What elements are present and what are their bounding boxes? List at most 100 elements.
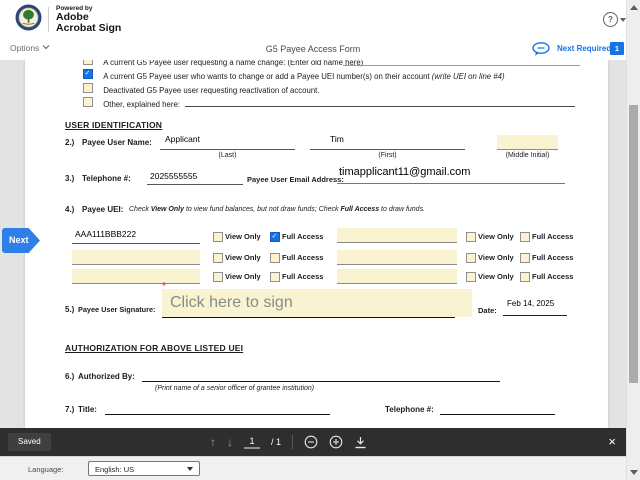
q5-label: Payee User Signature:: [78, 305, 156, 314]
full-access-checkbox[interactable]: [520, 232, 530, 242]
q6-caption: (Print name of a senior officer of grant…: [155, 385, 315, 392]
user-identification-heading: USER IDENTIFICATION: [65, 120, 163, 130]
uei-field-1b[interactable]: [337, 228, 457, 243]
full-access-label: Full Access: [532, 232, 574, 241]
reactivation-checkbox[interactable]: [83, 83, 93, 93]
title-line: [105, 414, 330, 415]
uei-field-3[interactable]: [72, 269, 200, 284]
q7-phone-line: [440, 414, 555, 415]
payee-last-name-field[interactable]: Applicant: [165, 134, 200, 144]
scrollbar-thumb[interactable]: [629, 105, 638, 383]
checkbox-item-clipped: A current G5 Payee user requesting a nam…: [83, 60, 363, 67]
q3-number: 3.): [65, 174, 75, 183]
language-select[interactable]: English: US: [88, 461, 200, 476]
name-change-checkbox[interactable]: [83, 60, 93, 65]
email-line: [337, 183, 565, 184]
other-checkbox[interactable]: [83, 97, 93, 107]
view-only-checkbox[interactable]: [466, 272, 476, 282]
uei-field-1[interactable]: AAA111BBB222: [75, 229, 136, 239]
last-caption: (Last): [218, 152, 237, 159]
view-only-label: View Only: [225, 253, 261, 262]
uei-field-3b[interactable]: [337, 269, 457, 284]
uei-field-2b[interactable]: [337, 250, 457, 265]
authorized-by-line: [142, 381, 500, 382]
zoom-in-icon[interactable]: [329, 435, 343, 449]
payee-first-name-field[interactable]: Tim: [330, 134, 344, 144]
uei-change-checkbox[interactable]: [83, 69, 93, 79]
language-value: English: US: [95, 465, 135, 474]
q7-label: Title:: [78, 405, 97, 414]
download-icon[interactable]: [354, 436, 367, 449]
view-only-checkbox[interactable]: [466, 232, 476, 242]
full-access-checkbox[interactable]: [520, 253, 530, 263]
full-access-label: Full Access: [282, 253, 324, 262]
checkbox-item-label: Deactivated G5 Payee user requesting rea…: [103, 86, 320, 95]
signature-placeholder: Click here to sign: [170, 294, 293, 311]
scrollbar-up-button[interactable]: [630, 5, 638, 10]
acrobat-sign-brand: Acrobat Sign: [56, 22, 122, 34]
help-button[interactable]: ?: [603, 12, 618, 27]
middle-initial-field[interactable]: [497, 135, 558, 150]
scrollbar-down-button[interactable]: [630, 470, 638, 475]
close-button[interactable]: ×: [608, 434, 616, 450]
page-number-input[interactable]: 1: [244, 436, 260, 449]
other-explain-line: [185, 106, 575, 107]
date-line: [503, 315, 567, 316]
q2-number: 2.): [65, 138, 75, 147]
email-field[interactable]: timapplicant11@gmail.com: [339, 166, 470, 178]
q2-label: Payee User Name:: [82, 138, 152, 147]
next-required-badge: 1: [610, 42, 624, 55]
next-required-button[interactable]: Next Required: [557, 44, 611, 53]
middle-caption: (Middle Initial): [505, 152, 550, 159]
q4-label: Payee UEI:: [82, 205, 124, 214]
date-field[interactable]: Feb 14, 2025: [507, 299, 554, 308]
authorization-heading: AUTHORIZATION FOR ABOVE LISTED UEI: [65, 343, 244, 353]
view-only-label: View Only: [225, 272, 261, 281]
full-access-checkbox[interactable]: [270, 232, 280, 242]
q6-number: 6.): [65, 372, 75, 381]
page-total-label: / 1: [271, 437, 282, 447]
q7-phone-label: Telephone #:: [385, 405, 434, 414]
signature-field[interactable]: Click here to sign: [162, 289, 472, 317]
view-only-checkbox[interactable]: [213, 253, 223, 263]
first-caption: (First): [378, 152, 397, 159]
page-up-button[interactable]: ↑: [210, 436, 216, 448]
view-only-label: View Only: [478, 232, 514, 241]
email-label: Payee User Email Address:: [247, 175, 344, 184]
bottom-toolbar: Saved ↑ ↓ 1 / 1 ×: [0, 428, 626, 456]
app-window: Powered by Adobe Acrobat Sign ? Options …: [0, 0, 640, 480]
saved-status: Saved: [8, 433, 51, 451]
options-bar: Options G5 Payee Access Form Next Requir…: [0, 38, 626, 61]
toolbar-divider: [292, 435, 294, 449]
comment-icon[interactable]: [531, 42, 551, 57]
full-access-label: Full Access: [532, 272, 574, 281]
uei-field-2[interactable]: [72, 250, 200, 265]
full-access-checkbox[interactable]: [270, 272, 280, 282]
agency-seal-logo: [15, 4, 42, 31]
view-only-label: View Only: [225, 232, 261, 241]
checkbox-item-reactivation: Deactivated G5 Payee user requesting rea…: [83, 83, 320, 95]
checkbox-item-label: A current G5 Payee user who wants to cha…: [103, 72, 432, 81]
document-viewport[interactable]: A current G5 Payee user requesting a nam…: [0, 60, 626, 456]
scrollbar[interactable]: [626, 0, 640, 480]
last-name-line: [160, 149, 295, 150]
checkbox-item-label: A current G5 Payee user requesting a nam…: [103, 60, 364, 67]
telephone-line: [147, 184, 243, 185]
q5-number: 5.): [65, 305, 75, 314]
checkbox-item-note: (write UEI on line #4): [431, 72, 505, 81]
page-down-button[interactable]: ↓: [227, 436, 233, 448]
q4-number: 4.): [65, 205, 75, 214]
full-access-checkbox[interactable]: [520, 272, 530, 282]
zoom-out-icon[interactable]: [304, 435, 318, 449]
view-only-checkbox[interactable]: [213, 272, 223, 282]
view-only-checkbox[interactable]: [466, 253, 476, 263]
full-access-label: Full Access: [282, 232, 324, 241]
telephone-field[interactable]: 2025555555: [150, 171, 197, 181]
view-only-checkbox[interactable]: [213, 232, 223, 242]
name-change-line: [343, 65, 580, 66]
full-access-label: Full Access: [282, 272, 324, 281]
full-access-checkbox[interactable]: [270, 253, 280, 263]
checkbox-item-label: Other, explained here:: [103, 100, 180, 109]
full-access-label: Full Access: [532, 253, 574, 262]
checkbox-item-uei-change: A current G5 Payee user who wants to cha…: [83, 69, 505, 81]
